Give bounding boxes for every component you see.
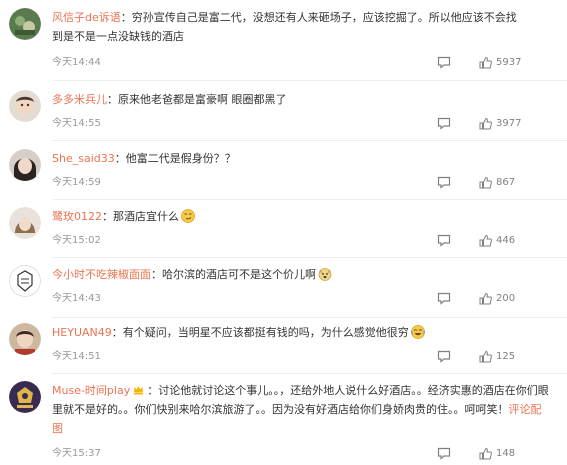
doge-emoji-icon	[318, 268, 332, 281]
comment-text-cont: 里就不是好的。。你们快别来哈尔滨旅游了。。因为没有好酒店给你们身娇肉贵的住。。呵…	[52, 403, 542, 416]
like-count: 3977	[496, 117, 522, 129]
comment-time: 今天15:02	[52, 235, 101, 246]
comment-actions: 3977	[437, 115, 549, 131]
avatar[interactable]	[9, 8, 41, 40]
comment-content: Muse-时间play ：讨论他就讨论这个事儿。。，还给外地人说什么好酒店。。经济…	[52, 381, 549, 438]
like-button[interactable]: 446	[479, 232, 515, 248]
comment-time: 今天14:59	[52, 177, 101, 188]
comment-actions: 5937	[437, 54, 549, 70]
comment-text: 多多米兵儿：原来他老爸都是富豪啊 眼圈都黑了	[52, 93, 287, 106]
comment-text: She_said33：他富二代是假身份？？	[52, 152, 236, 165]
divider	[52, 140, 567, 141]
comment-text: 鹭玫0122：那酒店宜什么	[52, 207, 549, 226]
comment-picture-link[interactable]: 评论配	[509, 403, 542, 416]
comment-username[interactable]: 风信子de诉语	[52, 11, 121, 24]
comment-content: 多多米兵儿：原来他老爸都是富豪啊 眼圈都黑了	[52, 90, 549, 109]
avatar[interactable]	[9, 149, 41, 181]
divider	[52, 257, 567, 258]
comment-actions: 446	[437, 232, 549, 248]
comment-icon[interactable]	[437, 445, 451, 461]
thumbs-up-icon	[479, 350, 492, 362]
like-button[interactable]: 200	[479, 290, 515, 306]
avatar[interactable]	[9, 265, 41, 297]
comment-username[interactable]: HEYUAN49	[52, 326, 112, 339]
comment-content: She_said33：他富二代是假身份？？	[52, 149, 549, 168]
thumbs-up-icon	[479, 176, 492, 188]
comment-list: 风信子de诉语：穷孙宣传自己是富二代，没想还有人来砸场子，应该挖掘了。所以他应该…	[0, 0, 567, 465]
comment-icon[interactable]	[437, 290, 451, 306]
comment-content: 风信子de诉语：穷孙宣传自己是富二代，没想还有人来砸场子，应该挖掘了。所以他应该…	[52, 8, 549, 46]
comment-text: Muse-时间play ：讨论他就讨论这个事儿。。，还给外地人说什么好酒店。。经济…	[52, 384, 549, 397]
like-button[interactable]: 5937	[479, 54, 521, 70]
comment-text: 风信子de诉语：穷孙宣传自己是富二代，没想还有人来砸场子，应该挖掘了。所以他应该…	[52, 11, 517, 24]
thumbs-up-icon	[479, 56, 492, 68]
like-count: 148	[496, 447, 516, 459]
comment-picture-link-cont[interactable]: 图	[52, 422, 63, 435]
thumbs-up-icon	[479, 117, 492, 129]
like-count: 125	[496, 350, 516, 362]
comment-text: 今小时不吃辣椒面面：哈尔滨的酒店可不是这个价儿啊	[52, 265, 549, 284]
divider	[52, 317, 567, 318]
comment-icon[interactable]	[437, 115, 451, 131]
like-count: 5937	[496, 56, 522, 68]
divider	[52, 373, 567, 374]
comment-actions: 200	[437, 290, 549, 306]
like-button[interactable]: 125	[479, 348, 515, 364]
like-count: 446	[496, 234, 516, 246]
smirk-emoji-icon	[181, 209, 195, 223]
like-count: 867	[496, 176, 516, 188]
comment-content: HEYUAN49：有个疑问，当明星不应该都挺有钱的吗，为什么感觉他很穷	[52, 323, 549, 342]
comment-actions: 867	[437, 174, 549, 190]
laugh-cry-emoji-icon	[410, 325, 425, 339]
divider	[52, 199, 567, 200]
comment-icon[interactable]	[437, 348, 451, 364]
comment-icon[interactable]	[437, 232, 451, 248]
thumbs-up-icon	[479, 234, 492, 246]
comment-icon[interactable]	[437, 174, 451, 190]
comment-username[interactable]: She_said33	[52, 152, 115, 165]
avatar[interactable]	[9, 323, 41, 355]
comment-username[interactable]: Muse-时间play	[52, 384, 130, 397]
like-count: 200	[496, 292, 516, 304]
comment-time: 今天14:43	[52, 293, 101, 304]
like-button[interactable]: 148	[479, 445, 515, 461]
comment-time: 今天14:51	[52, 351, 101, 362]
like-button[interactable]: 3977	[479, 115, 521, 131]
comment-actions: 148	[437, 445, 549, 461]
comment-text-cont: 到是不是一点没缺钱的酒店	[52, 30, 184, 43]
comment-time: 今天14:55	[52, 118, 101, 129]
comment-time: 今天15:37	[52, 448, 101, 459]
comment-content: 鹭玫0122：那酒店宜什么	[52, 207, 549, 226]
comment-actions: 125	[437, 348, 549, 364]
avatar[interactable]	[9, 207, 41, 239]
divider	[52, 80, 567, 81]
like-button[interactable]: 867	[479, 174, 515, 190]
comment-username[interactable]: 多多米兵儿	[52, 93, 107, 106]
comment-text-cont: 图	[52, 419, 549, 438]
crown-icon	[134, 386, 144, 395]
comment-icon[interactable]	[437, 54, 451, 70]
avatar[interactable]	[9, 90, 41, 122]
thumbs-up-icon	[479, 292, 492, 304]
comment-content: 今小时不吃辣椒面面：哈尔滨的酒店可不是这个价儿啊	[52, 265, 549, 284]
avatar[interactable]	[9, 381, 41, 413]
comment-username[interactable]: 今小时不吃辣椒面面	[52, 268, 151, 281]
thumbs-up-icon	[479, 447, 492, 459]
comment-time: 今天14:44	[52, 57, 101, 68]
comment-username[interactable]: 鹭玫0122	[52, 210, 102, 223]
comment-text: HEYUAN49：有个疑问，当明星不应该都挺有钱的吗，为什么感觉他很穷	[52, 323, 549, 342]
